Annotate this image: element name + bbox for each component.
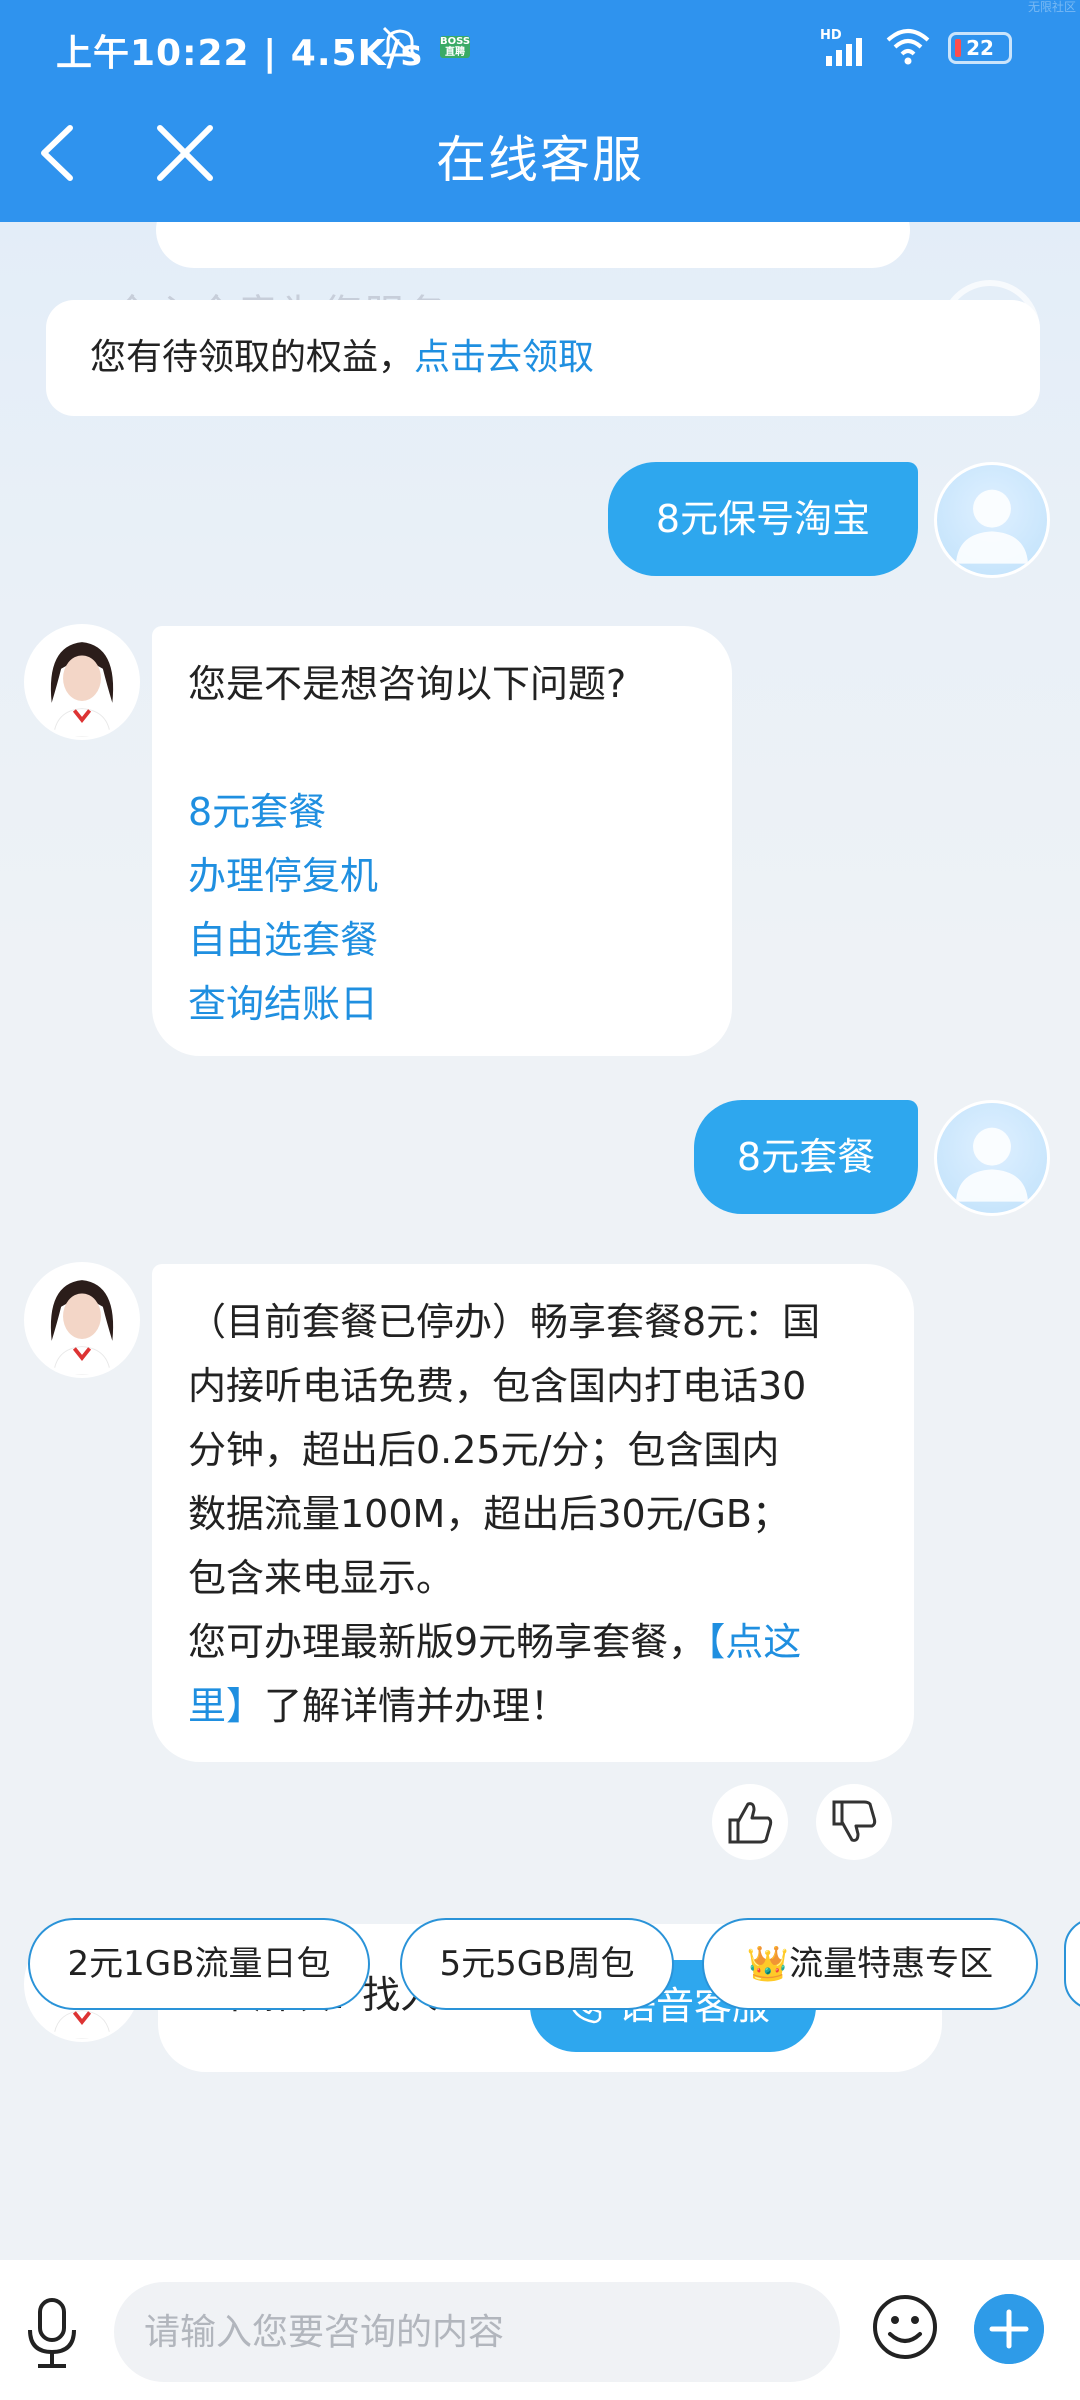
agent-photo-icon [27, 627, 137, 737]
user-avatar[interactable] [934, 1100, 1050, 1216]
plus-icon[interactable] [974, 2294, 1044, 2364]
microphone-icon[interactable] [20, 2296, 84, 2372]
quick-question-link[interactable]: 8元套餐 [188, 780, 696, 844]
quick-question-link[interactable]: 自由选套餐 [188, 908, 696, 972]
default-user-icon [955, 489, 1029, 564]
decorative-card [156, 222, 910, 268]
chat-area[interactable]: 全心全意为您服务 您有待领取的权益，点击去领取 8元保号淘宝 您是不是想咨询以下… [0, 222, 1080, 2110]
quick-chip[interactable]: 2元1GB流量日包 [28, 1918, 370, 2010]
quick-chip[interactable]: 5元5GB周包 [400, 1918, 674, 2010]
quick-question-link[interactable]: 查询结账日 [188, 972, 696, 1036]
message-line: 分钟，超出后0.25元/分；包含国内 [188, 1428, 780, 1472]
quick-chip-partial[interactable] [1064, 1918, 1080, 2010]
quick-chip-label: 2元1GB流量日包 [67, 1944, 331, 1984]
boss-app-icon: BOSS 直聘 [440, 36, 471, 58]
agent-message: 您是不是想咨询以下问题? 8元套餐 办理停复机 自由选套餐 查询结账日 [152, 626, 732, 1056]
status-bar: 上午10:22 | 4.5K/s BOSS 直聘 HD 22 无限社区 [0, 0, 1080, 96]
quick-question-link[interactable]: 办理停复机 [188, 844, 696, 908]
page-title: 在线客服 [436, 131, 644, 189]
message-line: 您可办理最新版9元畅享套餐， [188, 1620, 707, 1664]
details-link[interactable]: 【点这 [706, 1620, 801, 1664]
agent-avatar[interactable] [24, 1262, 140, 1378]
user-message: 8元保号淘宝 [608, 462, 918, 576]
smiley-icon[interactable] [870, 2292, 940, 2362]
agent-photo-icon [27, 1265, 137, 1375]
benefit-banner: 您有待领取的权益，点击去领取 [46, 300, 1040, 416]
message-line: 了解详情并办理！ [264, 1684, 569, 1728]
agent-avatar[interactable] [24, 624, 140, 740]
quick-chip-label: 👑流量特惠专区 [746, 1944, 994, 1984]
quick-chip-label: 5元5GB周包 [439, 1944, 635, 1984]
thumbs-up-icon[interactable] [712, 1784, 788, 1860]
default-user-icon [955, 1127, 1029, 1202]
user-message: 8元套餐 [694, 1100, 918, 1214]
agent-message: （目前套餐已停办）畅享套餐8元：国 内接听电话免费，包含国内打电话30 分钟，超… [152, 1264, 914, 1762]
message-line: 包含来电显示。 [188, 1556, 455, 1600]
status-time: 上午10:22 | 4.5K/s [56, 33, 424, 74]
details-link[interactable]: 里】 [188, 1684, 264, 1728]
thumbs-down-icon[interactable] [816, 1784, 892, 1860]
claim-benefit-link[interactable]: 点击去领取 [414, 337, 594, 378]
wifi-icon [886, 29, 930, 65]
benefit-text: 您有待领取的权益， [90, 337, 415, 378]
agent-question: 您是不是想咨询以下问题? [188, 662, 627, 706]
signal-icon [826, 38, 862, 66]
user-message-text: 8元保号淘宝 [655, 497, 871, 541]
message-line: 内接听电话免费，包含国内打电话30 [188, 1364, 807, 1408]
title-bar: 上午10:22 | 4.5K/s BOSS 直聘 HD 22 无限社区 在线客服 [0, 0, 1080, 222]
input-bar [0, 2260, 1080, 2400]
message-input[interactable] [114, 2282, 840, 2382]
user-avatar[interactable] [934, 462, 1050, 578]
battery-icon: 22 [948, 32, 1012, 64]
user-message-text: 8元套餐 [736, 1135, 876, 1179]
watermark: 无限社区 [1027, 0, 1076, 14]
quick-chip[interactable]: 👑流量特惠专区 [702, 1918, 1038, 2010]
quick-chips: 2元1GB流量日包 5元5GB周包 👑流量特惠专区 [0, 1918, 1080, 2014]
battery-level: 22 [966, 36, 994, 60]
message-line: （目前套餐已停办）畅享套餐8元：国 [188, 1300, 821, 1344]
notification-muted-icon [381, 26, 419, 62]
message-line: 数据流量100M，超出后30元/GB； [188, 1492, 790, 1536]
